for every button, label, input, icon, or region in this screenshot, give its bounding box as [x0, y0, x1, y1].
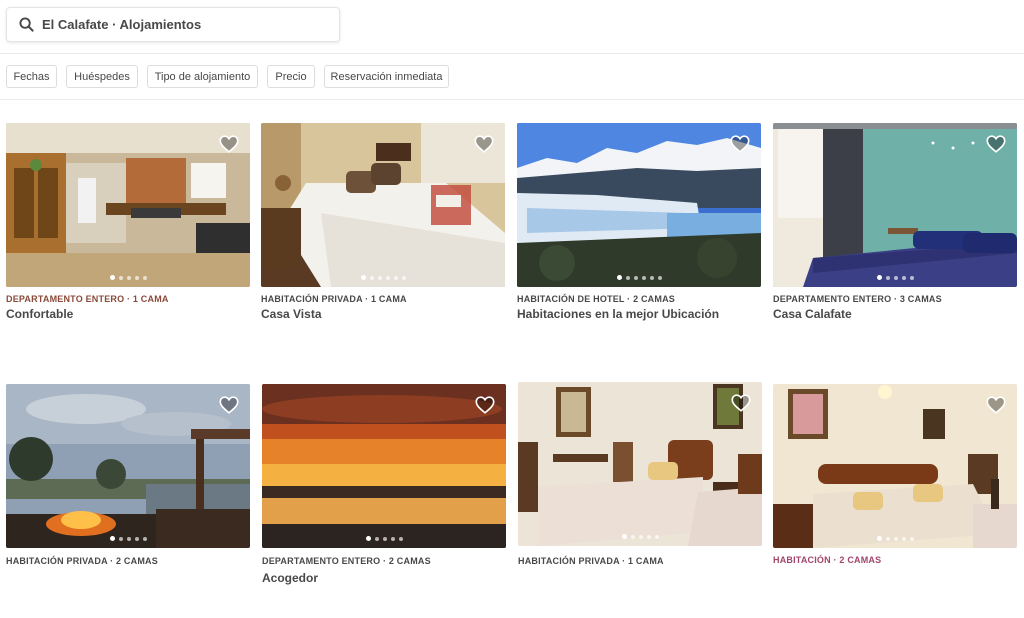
listing-image: [6, 384, 250, 548]
heart-icon[interactable]: [730, 392, 752, 414]
carousel-dot[interactable]: [876, 536, 882, 541]
listing-image: [518, 382, 762, 546]
carousel-dot[interactable]: [901, 536, 906, 541]
carousel-dot[interactable]: [118, 275, 123, 280]
listing-photo[interactable]: [517, 123, 761, 287]
carousel-dot[interactable]: [365, 536, 371, 541]
listing-photo[interactable]: [518, 382, 762, 546]
carousel-dot[interactable]: [657, 275, 662, 280]
carousel-dots[interactable]: [517, 275, 761, 280]
carousel-dot[interactable]: [876, 275, 882, 280]
carousel-dots[interactable]: [262, 536, 506, 541]
carousel-dot[interactable]: [126, 275, 131, 280]
listing-type: DEPARTAMENTO ENTERO · 3 CAMAS: [773, 294, 942, 304]
carousel-dots[interactable]: [6, 275, 250, 280]
carousel-dot[interactable]: [885, 536, 890, 541]
search-label: El Calafate · Alojamientos: [42, 17, 202, 32]
carousel-dots[interactable]: [773, 536, 1017, 541]
carousel-dots[interactable]: [518, 534, 762, 539]
heart-icon[interactable]: [218, 133, 240, 155]
listing-photo[interactable]: [773, 123, 1017, 287]
heart-icon[interactable]: [729, 133, 751, 155]
carousel-dot[interactable]: [374, 536, 379, 541]
listing-photo[interactable]: [6, 384, 250, 548]
carousel-dot[interactable]: [134, 275, 139, 280]
carousel-dot[interactable]: [641, 275, 646, 280]
filter-instant-book-button[interactable]: Reservación inmediata: [324, 65, 449, 88]
carousel-dots[interactable]: [6, 536, 250, 541]
filter-bar: Fechas Huéspedes Tipo de alojamiento Pre…: [0, 54, 1024, 100]
listing-photo[interactable]: [261, 123, 505, 287]
listing-type: DEPARTAMENTO ENTERO · 1 CAMA: [6, 294, 169, 304]
listing-title[interactable]: Casa Vista: [261, 307, 322, 321]
heart-icon[interactable]: [473, 133, 495, 155]
listing-title[interactable]: Casa Calafate: [773, 307, 852, 321]
listing-image: [6, 123, 250, 287]
carousel-dot[interactable]: [377, 275, 382, 280]
top-bar: El Calafate · Alojamientos: [0, 0, 1024, 54]
carousel-dot[interactable]: [401, 275, 406, 280]
heart-icon[interactable]: [474, 394, 496, 416]
carousel-dot[interactable]: [621, 534, 627, 539]
listing-title[interactable]: Confortable: [6, 307, 73, 321]
carousel-dot[interactable]: [885, 275, 890, 280]
carousel-dots[interactable]: [773, 275, 1017, 280]
filter-price-button[interactable]: Precio: [267, 65, 315, 88]
carousel-dot[interactable]: [654, 534, 659, 539]
listing-photo[interactable]: [6, 123, 250, 287]
listing-image: [773, 384, 1017, 548]
carousel-dot[interactable]: [360, 275, 366, 280]
carousel-dot[interactable]: [142, 275, 147, 280]
heart-icon[interactable]: [985, 394, 1007, 416]
listing-title[interactable]: Acogedor: [262, 571, 318, 585]
listing-type: HABITACIÓN PRIVADA · 1 CAMA: [518, 556, 664, 566]
carousel-dot[interactable]: [646, 534, 651, 539]
listing-photo[interactable]: [262, 384, 506, 548]
carousel-dot[interactable]: [390, 536, 395, 541]
filter-type-button[interactable]: Tipo de alojamiento: [147, 65, 258, 88]
carousel-dot[interactable]: [393, 275, 398, 280]
carousel-dot[interactable]: [638, 534, 643, 539]
search-icon: [19, 17, 34, 32]
carousel-dot[interactable]: [909, 275, 914, 280]
carousel-dot[interactable]: [893, 536, 898, 541]
carousel-dot[interactable]: [909, 536, 914, 541]
carousel-dot[interactable]: [385, 275, 390, 280]
carousel-dot[interactable]: [893, 275, 898, 280]
carousel-dot[interactable]: [126, 536, 131, 541]
listing-image: [261, 123, 505, 287]
carousel-dot[interactable]: [649, 275, 654, 280]
carousel-dot[interactable]: [118, 536, 123, 541]
carousel-dot[interactable]: [382, 536, 387, 541]
listing-type: HABITACIÓN PRIVADA · 2 CAMAS: [6, 556, 158, 566]
carousel-dot[interactable]: [633, 275, 638, 280]
listing-type: HABITACIÓN PRIVADA · 1 CAMA: [261, 294, 407, 304]
filter-dates-button[interactable]: Fechas: [6, 65, 57, 88]
filter-guests-button[interactable]: Huéspedes: [66, 65, 138, 88]
listing-image: [773, 123, 1017, 287]
carousel-dot[interactable]: [109, 536, 115, 541]
listing-type: DEPARTAMENTO ENTERO · 2 CAMAS: [262, 556, 431, 566]
carousel-dot[interactable]: [142, 536, 147, 541]
carousel-dot[interactable]: [109, 275, 115, 280]
carousel-dot[interactable]: [616, 275, 622, 280]
listing-type: HABITACIÓN · 2 CAMAS: [773, 555, 882, 565]
carousel-dot[interactable]: [901, 275, 906, 280]
carousel-dot[interactable]: [369, 275, 374, 280]
carousel-dots[interactable]: [261, 275, 505, 280]
heart-icon[interactable]: [985, 133, 1007, 155]
search-input[interactable]: El Calafate · Alojamientos: [6, 7, 340, 42]
carousel-dot[interactable]: [630, 534, 635, 539]
heart-icon[interactable]: [218, 394, 240, 416]
carousel-dot[interactable]: [398, 536, 403, 541]
listing-image: [517, 123, 761, 287]
listing-image: [262, 384, 506, 548]
carousel-dot[interactable]: [134, 536, 139, 541]
carousel-dot[interactable]: [625, 275, 630, 280]
listing-title[interactable]: Habitaciones en la mejor Ubicación: [517, 307, 719, 321]
listing-type: HABITACIÓN DE HOTEL · 2 CAMAS: [517, 294, 675, 304]
listing-photo[interactable]: [773, 384, 1017, 548]
